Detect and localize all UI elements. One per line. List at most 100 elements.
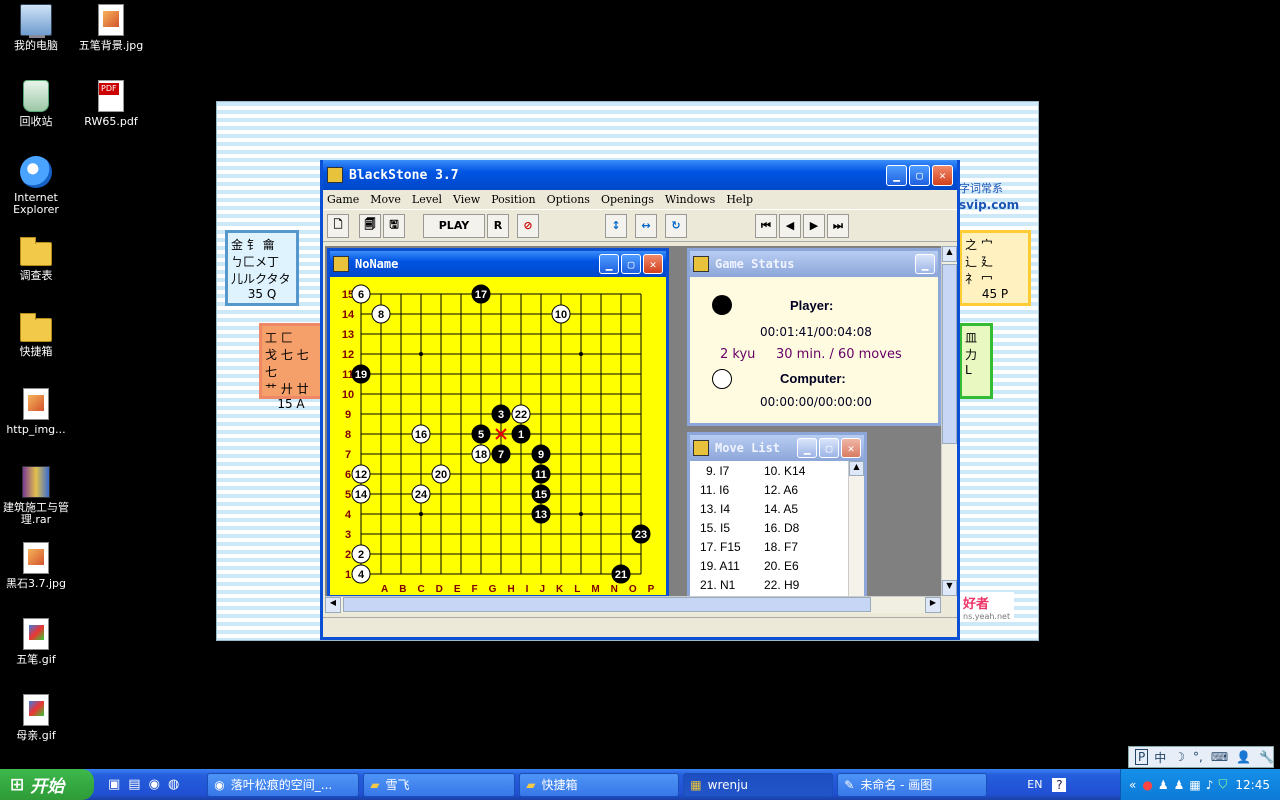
list-item[interactable]: 13. I4 14. A5 [690,499,846,518]
stop-button[interactable]: ⊘ [517,213,539,238]
move-list-scrollbar[interactable]: ▲ [848,461,864,596]
keyboard-icon[interactable]: ⌨ [1211,750,1228,764]
menu-view[interactable]: View [453,193,480,206]
clock[interactable]: 12:45 [1235,778,1270,792]
task-xuefei[interactable]: ▰ 雪飞 [363,772,516,797]
minimize-button[interactable]: ▁ [886,164,907,186]
desktop-icon-my-computer[interactable]: 我的电脑 [1,4,71,52]
menu-game[interactable]: Game [327,193,359,206]
minimize-button[interactable]: ▁ [797,438,817,458]
close-button[interactable]: ✕ [932,164,953,186]
scroll-thumb[interactable] [343,597,871,612]
explorer-icon[interactable]: ▤ [128,777,140,792]
task-shortcut-box[interactable]: ▰ 快捷箱 [519,772,680,797]
move-list-window[interactable]: Move List ▁ ▢ ✕ 9. I7 10. K14 11. I6 12. A… [687,432,867,596]
desktop-icon-wubi-gif[interactable]: 五笔.gif [1,618,71,666]
help-icon[interactable]: ? [1052,777,1067,792]
list-item[interactable]: 17. F15 18. F7 [690,537,846,556]
maximize-button[interactable]: ▢ [909,164,930,186]
move-list[interactable]: 9. I7 10. K14 11. I6 12. A6 13. I4 14. A5 1… [690,461,846,594]
desktop-icon-blackstone-jpg[interactable]: 黑石3.7.jpg [1,542,71,590]
menu-openings[interactable]: Openings [601,193,654,206]
rotate-button[interactable]: ↻ [665,213,687,238]
task-paint[interactable]: ✎ 未命名 - 画图 [837,772,988,797]
prev-move-button[interactable]: ◀ [779,213,801,238]
game-status-window[interactable]: Game Status ▁ Player: 00:01:41/00:04:08 … [687,248,941,426]
moon-icon[interactable]: ☽ [1174,750,1185,764]
list-item[interactable]: 11. I6 12. A6 [690,480,846,499]
desktop-icon-rw65-pdf[interactable]: RW65.pdf [76,80,146,128]
volume-icon[interactable]: ♪ [1206,778,1214,792]
settings-icon[interactable]: 🔧 [1259,750,1274,764]
tray-expand-icon[interactable]: « [1129,778,1136,792]
menu-level[interactable]: Level [412,193,442,206]
menu-windows[interactable]: Windows [665,193,715,206]
minimize-button[interactable]: ▁ [915,254,935,274]
list-item[interactable]: 9. I7 10. K14 [690,461,846,480]
minimize-button[interactable]: ▁ [599,254,619,274]
app-icon [693,440,709,456]
task-browser[interactable]: ◉ 落叶松痕的空间_... [207,772,360,797]
last-move-button[interactable]: ⏭ [827,213,849,238]
language-indicator[interactable]: EN [1027,778,1042,791]
flip-vertical-button[interactable]: ↕ [605,213,627,238]
list-item[interactable]: 19. A11 20. E6 [690,556,846,575]
qq-icon[interactable]: ♟ [1174,778,1185,792]
firefox-icon[interactable]: ◉ [149,777,160,792]
desktop-icon-http-img[interactable]: http_img... [1,388,71,436]
open-button[interactable]: 🗐 [359,213,381,238]
flip-horizontal-button[interactable]: ↔ [635,213,657,238]
ime-toolbar[interactable]: P 中 ☽ °, ⌨ 👤 🔧 [1128,746,1274,768]
scroll-up-icon[interactable]: ▲ [849,461,864,476]
desktop-icon-shortcut-box[interactable]: 快捷箱 [1,312,71,358]
blackstone-window[interactable]: BlackStone 3.7 ▁ ▢ ✕ Game Move Level Vie… [320,160,960,640]
maximize-button[interactable]: ▢ [621,254,641,274]
list-item[interactable]: 21. N1 22. H9 [690,575,846,594]
security-shield-icon[interactable]: ⛉ [1218,777,1227,792]
show-desktop-icon[interactable]: ▣ [108,777,120,792]
close-button[interactable]: ✕ [643,254,663,274]
scroll-up-icon[interactable]: ▲ [942,246,957,262]
close-button[interactable]: ✕ [841,438,861,458]
menu-options[interactable]: Options [547,193,590,206]
scroll-right-icon[interactable]: ▶ [925,597,941,613]
menu-move[interactable]: Move [370,193,401,206]
punctuation-icon[interactable]: °, [1193,750,1203,764]
move-list-titlebar[interactable]: Move List ▁ ▢ ✕ [690,435,864,461]
horizontal-scrollbar[interactable]: ◀ ▶ [325,596,941,613]
user-icon[interactable]: 👤 [1236,750,1251,764]
scroll-down-icon[interactable]: ▼ [942,580,957,596]
first-move-button[interactable]: ⏮ [755,213,777,238]
desktop-icon-mother-gif[interactable]: 母亲.gif [1,694,71,742]
list-item[interactable]: 15. I5 16. D8 [690,518,846,537]
qq-icon[interactable]: ♟ [1158,778,1169,792]
new-game-button[interactable]: 🗋 [327,213,349,238]
status-window-titlebar[interactable]: Game Status ▁ [690,251,938,277]
r-button[interactable]: R [487,213,509,238]
next-move-button[interactable]: ▶ [803,213,825,238]
play-button[interactable]: PLAY [423,213,485,238]
ime-mode[interactable]: 中 [1154,749,1166,766]
maximize-button[interactable]: ▢ [819,438,839,458]
browser-icon[interactable]: ◍ [168,777,179,792]
board-window-titlebar[interactable]: NoName ▁ ▢ ✕ [330,251,666,277]
antivirus-icon[interactable]: ● [1142,778,1152,792]
desktop-icon-recycle-bin[interactable]: 回收站 [1,80,71,128]
desktop-icon-rar[interactable]: 建筑施工与管理.rar [1,466,71,526]
desktop-icon-wubi-bg[interactable]: 五笔背景.jpg [76,4,146,52]
game-board[interactable]: 151413121110987654321ABCDEFGHIJKLMNOP123… [334,279,664,595]
save-button[interactable]: 🖫 [383,213,405,238]
scroll-thumb[interactable] [942,264,957,444]
vertical-scrollbar[interactable]: ▲ ▼ [941,246,957,596]
level-text: 2 kyu [720,347,756,362]
board-window[interactable]: NoName ▁ ▢ ✕ 15 14 13 12 11 10 9 8 7 6 5 4 3 2 1 ABCDEF… [327,248,669,596]
scroll-left-icon[interactable]: ◀ [325,597,341,613]
menu-help[interactable]: Help [726,193,753,206]
start-button[interactable]: ⊞ 开始 [0,769,94,800]
menu-position[interactable]: Position [491,193,535,206]
task-wrenju[interactable]: ▦ wrenju [683,772,834,797]
desktop-icon-survey[interactable]: 调查表 [1,236,71,282]
desktop-icon-ie[interactable]: Internet Explorer [1,156,71,216]
window-titlebar[interactable]: BlackStone 3.7 ▁ ▢ ✕ [323,160,957,190]
network-icon[interactable]: ▦ [1189,778,1200,792]
